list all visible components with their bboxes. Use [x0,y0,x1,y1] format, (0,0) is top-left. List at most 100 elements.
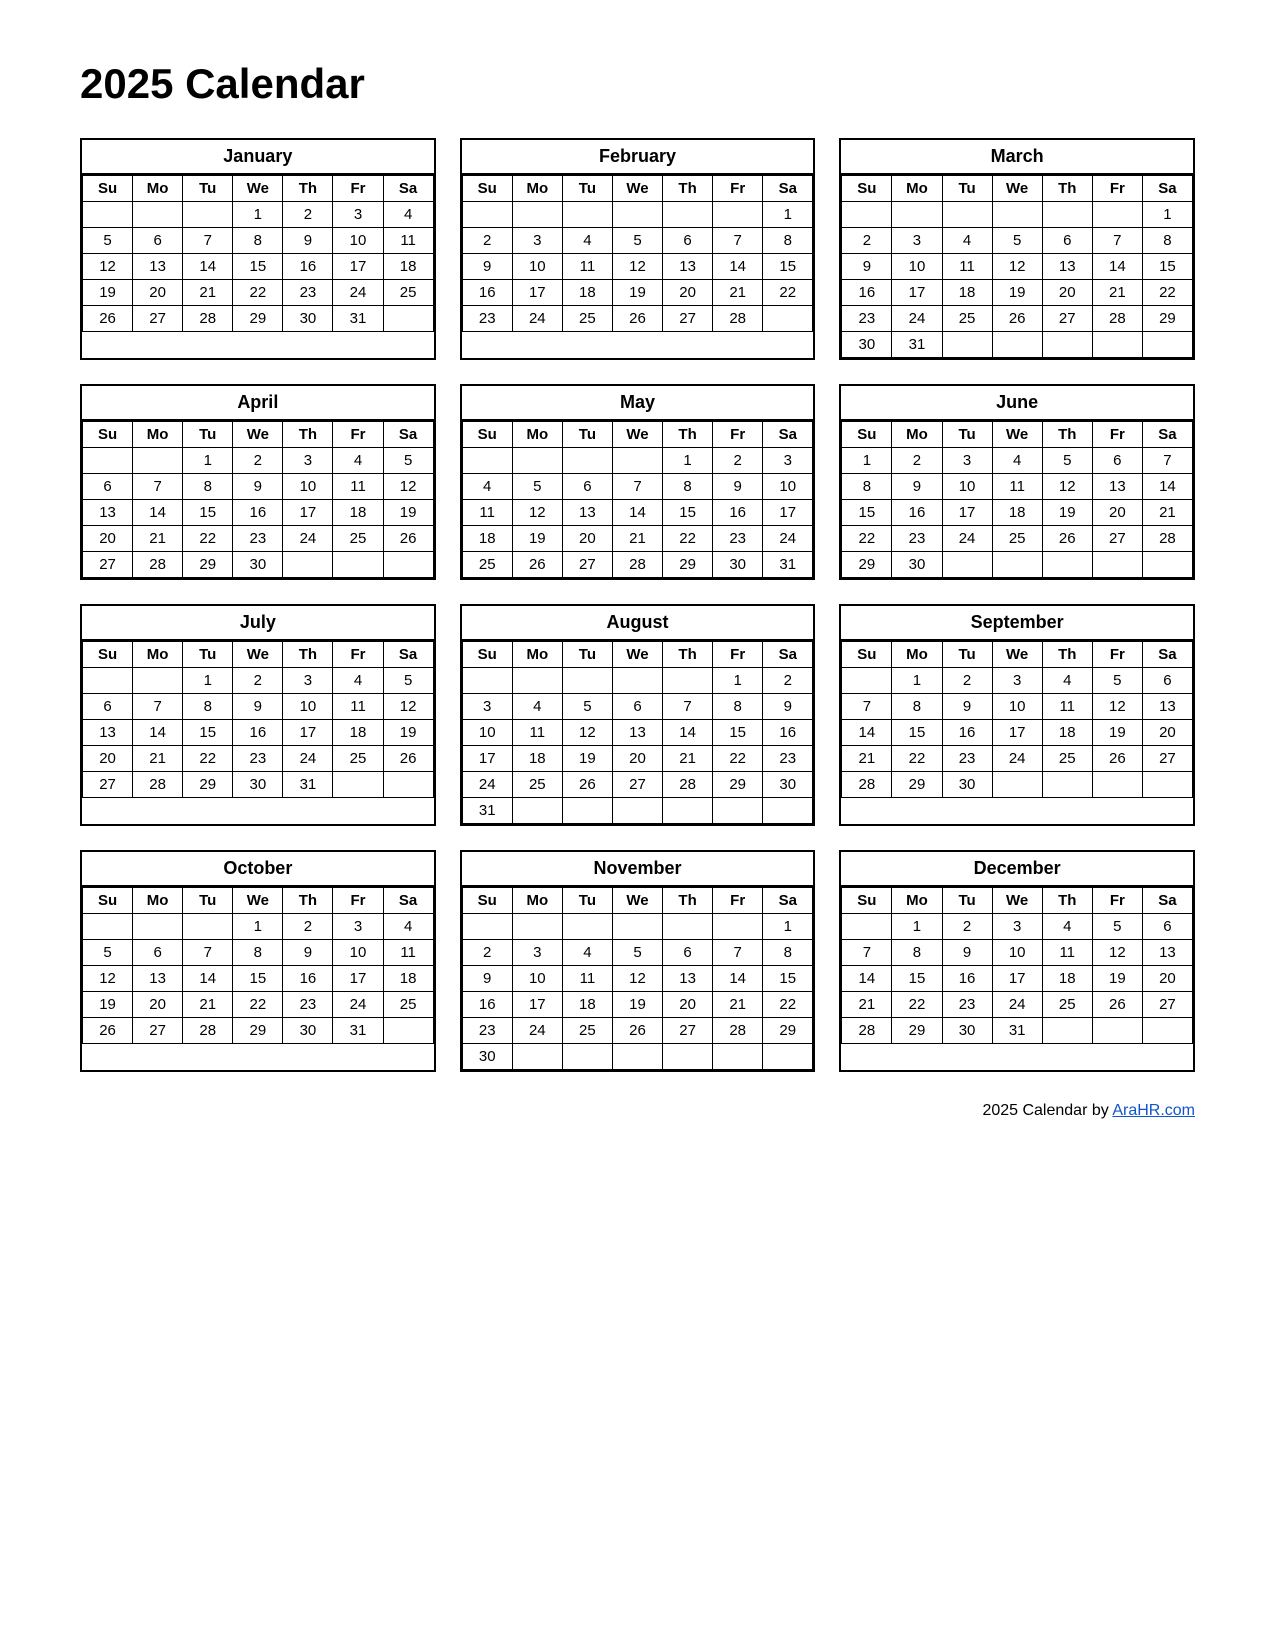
footer-link[interactable]: AraHR.com [1112,1102,1195,1119]
day-cell: 8 [763,228,813,254]
day-cell: 20 [663,280,713,306]
day-cell: 10 [763,474,813,500]
footer-text: 2025 Calendar by [982,1102,1112,1119]
day-cell: 27 [83,772,133,798]
day-cell: 9 [462,254,512,280]
day-cell: 7 [713,228,763,254]
day-cell: 5 [383,668,433,694]
day-cell: 22 [763,280,813,306]
day-cell: 2 [942,914,992,940]
week-row: 6789101112 [83,474,434,500]
day-header-su: Su [83,176,133,202]
day-cell: 19 [83,992,133,1018]
day-cell: 12 [383,694,433,720]
day-cell: 9 [892,474,942,500]
day-cell: 12 [83,966,133,992]
day-cell: 27 [612,772,662,798]
day-header-th: Th [1042,176,1092,202]
day-cell [1142,332,1192,358]
day-cell: 21 [842,746,892,772]
day-cell: 30 [892,552,942,578]
day-cell: 11 [562,254,612,280]
day-cell: 29 [183,772,233,798]
day-cell: 27 [1092,526,1142,552]
day-cell: 13 [83,720,133,746]
day-cell: 18 [1042,966,1092,992]
day-cell: 15 [763,254,813,280]
day-cell: 23 [462,1018,512,1044]
month-title-august: August [462,606,814,641]
day-cell [892,202,942,228]
day-cell [612,914,662,940]
day-cell: 11 [942,254,992,280]
week-row: 10111213141516 [462,720,813,746]
day-header-tu: Tu [942,888,992,914]
day-cell [383,306,433,332]
day-cell: 14 [842,966,892,992]
day-cell: 17 [283,500,333,526]
day-cell: 30 [283,1018,333,1044]
day-cell: 25 [942,306,992,332]
month-title-march: March [841,140,1193,175]
day-cell: 28 [183,1018,233,1044]
day-cell: 7 [1142,448,1192,474]
day-header-mo: Mo [892,422,942,448]
day-header-tu: Tu [183,176,233,202]
day-cell: 20 [612,746,662,772]
day-header-sa: Sa [763,176,813,202]
day-cell: 17 [333,254,383,280]
day-cell: 26 [83,306,133,332]
day-cell: 21 [713,992,763,1018]
day-cell: 25 [562,1018,612,1044]
day-cell: 15 [892,966,942,992]
day-cell: 12 [992,254,1042,280]
day-cell: 3 [283,448,333,474]
day-cell: 30 [713,552,763,578]
month-january: JanuarySuMoTuWeThFrSa1234567891011121314… [80,138,436,360]
day-cell: 1 [233,202,283,228]
day-cell [1092,332,1142,358]
day-cell: 28 [842,772,892,798]
day-cell: 23 [713,526,763,552]
day-cell [512,798,562,824]
week-row: 262728293031 [83,306,434,332]
day-cell: 18 [462,526,512,552]
week-row: 30 [462,1044,813,1070]
day-cell: 2 [462,940,512,966]
day-cell [1092,1018,1142,1044]
week-row: 27282930 [83,552,434,578]
day-cell [512,1044,562,1070]
day-cell: 8 [763,940,813,966]
day-cell: 19 [992,280,1042,306]
day-cell: 3 [892,228,942,254]
day-cell: 5 [562,694,612,720]
day-cell: 6 [612,694,662,720]
day-cell [1142,552,1192,578]
day-cell: 13 [562,500,612,526]
day-cell: 2 [892,448,942,474]
day-cell: 22 [892,746,942,772]
week-row: 20212223242526 [83,526,434,552]
day-header-fr: Fr [713,422,763,448]
day-cell: 24 [512,306,562,332]
day-cell: 14 [133,500,183,526]
day-cell: 28 [1142,526,1192,552]
day-header-su: Su [462,176,512,202]
day-cell: 26 [612,1018,662,1044]
day-header-tu: Tu [562,176,612,202]
week-row: 24252627282930 [462,772,813,798]
day-cell: 9 [462,966,512,992]
month-march: MarchSuMoTuWeThFrSa123456789101112131415… [839,138,1195,360]
day-cell: 10 [942,474,992,500]
day-cell [383,552,433,578]
day-cell: 11 [562,966,612,992]
month-title-january: January [82,140,434,175]
day-cell: 1 [1142,202,1192,228]
week-row: 9101112131415 [462,966,813,992]
day-cell: 3 [283,668,333,694]
day-cell [83,668,133,694]
day-cell: 31 [333,306,383,332]
day-cell: 16 [942,966,992,992]
day-cell [562,668,612,694]
day-header-th: Th [1042,888,1092,914]
